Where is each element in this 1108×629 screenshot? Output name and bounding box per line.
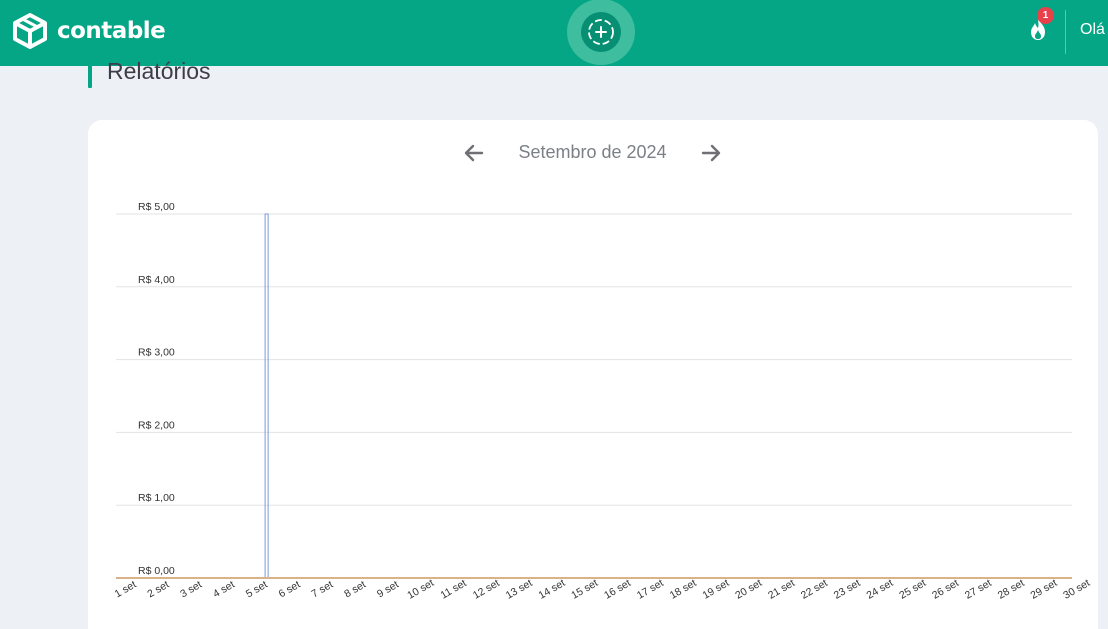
y-tick-label: R$ 5,00 [138, 201, 175, 213]
x-tick-label: 17 set [635, 577, 666, 602]
x-tick-label: 13 set [504, 577, 535, 602]
x-tick-label: 1 set [113, 578, 139, 600]
x-tick-label: 8 set [342, 578, 368, 600]
y-tick-label: R$ 2,00 [138, 419, 175, 431]
x-tick-label: 2 set [145, 578, 171, 600]
x-tick-label: 14 set [537, 577, 568, 602]
x-tick-label: 20 set [733, 577, 764, 602]
x-tick-label: 24 set [865, 577, 896, 602]
x-tick-label: 22 set [799, 577, 830, 602]
x-tick-label: 7 set [309, 578, 335, 600]
y-tick-label: R$ 1,00 [138, 492, 175, 504]
x-tick-label: 21 set [766, 577, 797, 602]
daily-expense-bar-chart: R$ 0,00 R$ 1,00 R$ 2,00 R$ 3,00 R$ 4,00 R$ 5,… [113, 201, 1093, 602]
y-tick-label: R$ 4,00 [138, 274, 175, 286]
x-tick-label: 9 set [375, 578, 401, 600]
x-tick-label: 10 set [405, 577, 436, 602]
x-tick-label: 29 set [1029, 577, 1060, 602]
x-tick-label: 4 set [211, 578, 237, 600]
x-tick-label: 5 set [244, 578, 270, 600]
x-tick-label: 19 set [701, 577, 732, 602]
bar [264, 213, 269, 579]
x-tick-label: 23 set [832, 577, 863, 602]
x-tick-label: 12 set [471, 577, 502, 602]
x-tick-label: 27 set [963, 577, 994, 602]
x-tick-label: 16 set [602, 577, 633, 602]
x-tick-label: 26 set [930, 577, 961, 602]
x-tick-label: 25 set [897, 577, 928, 602]
y-tick-label: R$ 0,00 [138, 565, 175, 577]
x-tick-label: 28 set [996, 577, 1027, 602]
x-tick-label: 3 set [178, 578, 204, 600]
x-tick-label: 30 set [1061, 577, 1092, 602]
x-tick-label: 18 set [668, 577, 699, 602]
y-tick-label: R$ 3,00 [138, 347, 175, 359]
x-tick-label: 11 set [438, 577, 468, 601]
x-tick-label: 15 set [569, 577, 600, 602]
x-tick-label: 6 set [277, 578, 303, 600]
